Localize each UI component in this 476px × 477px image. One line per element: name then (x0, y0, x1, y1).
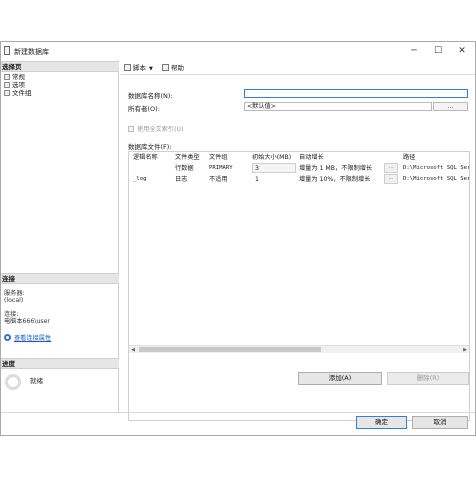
owner-label: 所有者(O): (128, 105, 160, 113)
scroll-left-icon[interactable]: ◀ (129, 346, 137, 354)
connection-value: 电脑本666\user (4, 318, 50, 325)
toolbar: 脚本 ▼ 帮助 (120, 60, 475, 75)
grid-header-row: 逻辑名称 文件类型 文件组 初始大小(MB) 自动增长 路径 (129, 152, 469, 163)
connection-label: 连接: (4, 311, 19, 318)
title-bar: 新建数据库 ─ ☐ ✕ (1, 42, 475, 60)
pages-header: 选择页 (1, 61, 119, 72)
path-cell: D:\Microsoft SQL Serv (403, 176, 469, 182)
column-header[interactable]: 文件类型 (175, 152, 200, 163)
column-header[interactable]: 路径 (403, 152, 415, 163)
fulltext-checkbox[interactable] (128, 126, 134, 132)
connection-properties-icon (4, 334, 11, 341)
progress-status: 就绪 (30, 377, 43, 385)
scrollbar-thumb[interactable] (139, 347, 321, 352)
column-header[interactable]: 自动增长 (299, 152, 324, 163)
column-header[interactable]: 初始大小(MB) (252, 152, 291, 163)
server-value: (local) (4, 297, 24, 304)
autogrowth-browse-button[interactable]: ... (384, 163, 398, 173)
cancel-button[interactable]: 取消 (412, 416, 468, 429)
page-item-options[interactable]: 选项 (4, 81, 25, 89)
autogrowth-cell: 增量为 1 MB，不限制增长 (299, 165, 373, 172)
logical-name-cell[interactable] (133, 163, 171, 174)
database-name-input[interactable] (244, 89, 468, 98)
scroll-right-icon[interactable]: ▶ (461, 346, 469, 354)
file-type-cell: 行数据 (175, 165, 194, 172)
column-header[interactable]: 文件组 (209, 152, 228, 163)
page-item-general[interactable]: 常规 (4, 73, 25, 81)
table-row[interactable]: _log 日志 不适用 1 增量为 10%，不限制增长 ... D:\Micro… (129, 174, 469, 185)
script-icon (124, 64, 131, 71)
maximize-button[interactable]: ☐ (429, 45, 447, 57)
logical-name-cell[interactable]: _log (133, 174, 171, 185)
chevron-down-icon[interactable]: ▼ (149, 64, 153, 74)
page-icon (4, 74, 10, 80)
ok-button[interactable]: 确定 (356, 416, 407, 429)
autogrowth-cell: 增量为 10%，不限制增长 (299, 176, 371, 183)
filegroup-cell: 不适用 (209, 176, 228, 183)
page-icon (4, 90, 10, 96)
fulltext-checkbox-row[interactable]: 使用全文索引(U) (128, 124, 183, 133)
table-row[interactable]: 行数据 PRIMARY 3 增量为 1 MB，不限制增长 ... D:\Micr… (129, 163, 469, 174)
column-header[interactable]: 逻辑名称 (133, 152, 158, 163)
new-database-dialog: 新建数据库 ─ ☐ ✕ 选择页 常规 选项 文件组 连接 服务器: (local… (0, 41, 476, 436)
server-label: 服务器: (4, 290, 25, 297)
page-item-filegroups[interactable]: 文件组 (4, 89, 32, 97)
database-name-label: 数据库名称(N): (128, 92, 173, 100)
close-button[interactable]: ✕ (453, 45, 471, 57)
database-files-label: 数据库文件(F): (128, 143, 172, 151)
right-pane: 脚本 ▼ 帮助 数据库名称(N): 所有者(O): <默认值> ... 使用全文索… (120, 60, 475, 421)
view-connection-properties-link[interactable]: 查看连接属性 (4, 333, 51, 342)
window-title: 新建数据库 (14, 48, 49, 56)
remove-button[interactable]: 删除(R) (387, 372, 469, 385)
horizontal-scrollbar[interactable]: ◀ ▶ (129, 345, 469, 353)
divider (1, 412, 475, 413)
add-button[interactable]: 添加(A) (298, 372, 382, 385)
help-icon (162, 64, 169, 71)
autogrowth-browse-button[interactable]: ... (384, 174, 398, 184)
connection-header: 连接 (1, 273, 119, 284)
left-pane: 选择页 常规 选项 文件组 连接 服务器: (local) 连接: 电脑本666… (1, 60, 119, 412)
path-cell: D:\Microsoft SQL Serv (403, 165, 469, 171)
owner-input[interactable]: <默认值> (244, 102, 432, 111)
progress-spinner-icon (5, 374, 21, 390)
initial-size-cell[interactable]: 1 (252, 174, 296, 185)
minimize-button[interactable]: ─ (405, 45, 423, 57)
initial-size-cell[interactable]: 3 (252, 163, 296, 173)
database-icon (4, 46, 10, 55)
progress-header: 进度 (1, 358, 119, 369)
help-button[interactable]: 帮助 (162, 63, 184, 73)
owner-browse-button[interactable]: ... (433, 102, 468, 111)
script-button[interactable]: 脚本 ▼ (124, 63, 153, 73)
page-icon (4, 82, 10, 88)
filegroup-cell: PRIMARY (209, 165, 233, 171)
file-type-cell: 日志 (175, 176, 188, 183)
